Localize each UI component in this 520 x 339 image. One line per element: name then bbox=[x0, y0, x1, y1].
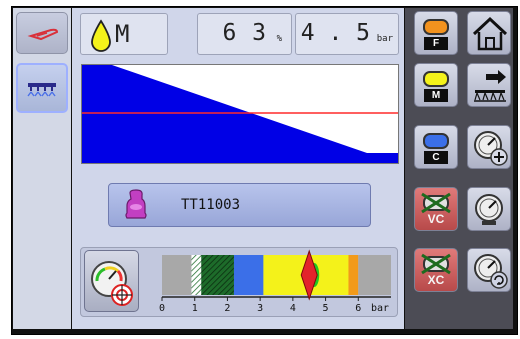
nozzle-spray-icon bbox=[27, 28, 59, 41]
boom-sections-button[interactable] bbox=[16, 63, 68, 113]
nozzle-tip-icon bbox=[125, 189, 147, 219]
gauge-cycle-button[interactable] bbox=[467, 248, 511, 292]
home-icon bbox=[472, 16, 508, 51]
droplet-size-button-m[interactable]: M bbox=[414, 63, 458, 107]
scale-tick-label: 3 bbox=[257, 303, 263, 314]
droplet-size-button-vc[interactable]: VC bbox=[414, 187, 458, 231]
product-letter: M bbox=[115, 20, 130, 48]
rate-profile-chart bbox=[81, 64, 399, 164]
scale-tick-label: 5 bbox=[323, 303, 329, 314]
pressure-band-striped-dark-green bbox=[201, 255, 234, 295]
gauge-icon bbox=[475, 194, 503, 225]
scale-unit-label: bar bbox=[371, 303, 389, 314]
rate-percent-value: 6 3 bbox=[222, 20, 267, 46]
droplet-color-icon bbox=[423, 71, 449, 87]
home-button[interactable] bbox=[467, 11, 511, 55]
pressure-gauge-panel: 0 1 2 3 4 5 6 bar bbox=[80, 247, 398, 317]
rate-percent-display: 6 3 % bbox=[197, 13, 292, 55]
gauge-plus-icon bbox=[474, 131, 508, 166]
pressure-band-blue bbox=[233, 255, 264, 295]
product-indicator: M bbox=[80, 13, 168, 55]
boom-mode-button[interactable] bbox=[467, 63, 511, 107]
droplet-color-icon bbox=[423, 19, 449, 35]
scale-tick-label: 1 bbox=[192, 303, 198, 314]
pressure-display: 4 . 5 bar bbox=[295, 13, 399, 55]
pressure-unit: bar bbox=[376, 34, 393, 44]
pressure-band-striped-light bbox=[191, 255, 202, 295]
pressure-scale: 0 1 2 3 4 5 6 bar bbox=[159, 249, 391, 314]
nozzle-view-button[interactable] bbox=[16, 12, 68, 54]
scale-tick-label: 0 bbox=[159, 303, 165, 314]
droplet-size-button-f[interactable]: F bbox=[414, 11, 458, 55]
gauge-cycle-icon bbox=[474, 254, 508, 289]
droplet-color-icon bbox=[423, 133, 449, 149]
left-toolbar bbox=[13, 8, 71, 329]
droplet-size-label: C bbox=[424, 151, 448, 164]
gauge-settings-button[interactable] bbox=[467, 187, 511, 231]
droplet-size-label: M bbox=[424, 89, 448, 102]
droplet-size-label: F bbox=[424, 37, 448, 50]
boom-spray-icon bbox=[27, 83, 56, 97]
scale-tick-label: 4 bbox=[290, 303, 296, 314]
droplet-icon bbox=[91, 19, 111, 52]
droplet-size-label: XC bbox=[427, 273, 445, 287]
boom-arrow-icon bbox=[474, 70, 506, 102]
scale-tick-label: 2 bbox=[224, 303, 230, 314]
pressure-settings-button[interactable] bbox=[84, 250, 139, 312]
pressure-band-orange bbox=[348, 255, 359, 295]
pressure-gauge-icon bbox=[91, 261, 133, 306]
rate-profile-area bbox=[82, 65, 398, 163]
pressure-band-gray bbox=[358, 255, 391, 295]
droplet-size-button-xc[interactable]: XC bbox=[414, 248, 458, 292]
droplet-size-button-c[interactable]: C bbox=[414, 125, 458, 169]
pressure-value: 4 . 5 bbox=[300, 20, 370, 46]
nozzle-label: TT11003 bbox=[181, 197, 241, 213]
nozzle-select-button[interactable]: TT11003 bbox=[108, 183, 371, 227]
pressure-band-gray bbox=[162, 255, 192, 295]
scale-tick-label: 6 bbox=[355, 303, 361, 314]
gauge-plus-button[interactable] bbox=[467, 125, 511, 169]
droplet-size-label: VC bbox=[427, 212, 445, 226]
rate-percent-unit: % bbox=[276, 34, 282, 44]
